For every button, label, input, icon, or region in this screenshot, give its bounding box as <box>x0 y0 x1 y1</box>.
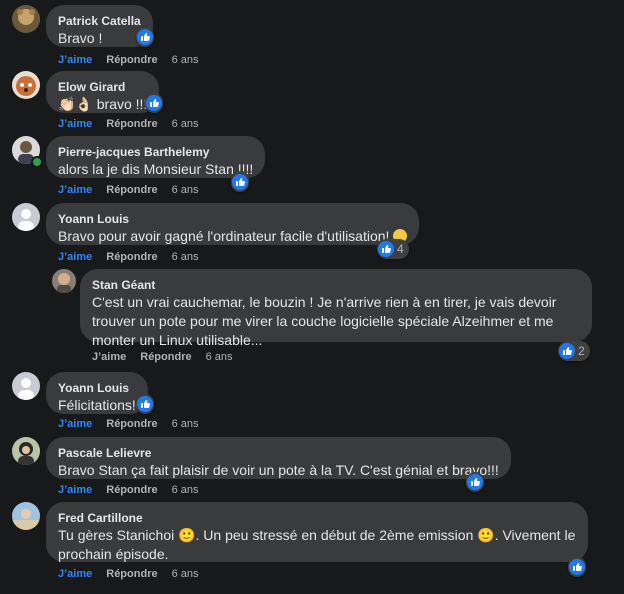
reaction-count: 4 <box>397 242 404 256</box>
comment-actions: J’aime Répondre 6 ans <box>58 567 199 581</box>
author-name[interactable]: Elow Girard <box>58 79 147 95</box>
reply-link[interactable]: Répondre <box>106 484 157 496</box>
timestamp[interactable]: 6 ans <box>172 184 199 196</box>
reply-link[interactable]: Répondre <box>106 118 157 130</box>
comment-bubble: Yoann Louis Félicitations! <box>46 372 148 414</box>
comment-actions: J’aime Répondre 6 ans <box>58 483 199 497</box>
avatar[interactable] <box>12 372 40 400</box>
comment-actions: J’aime Répondre 6 ans <box>58 183 199 197</box>
comment-text: Bravo Stan ça fait plaisir de voir un po… <box>58 462 499 478</box>
reply-link[interactable]: Répondre <box>106 54 157 66</box>
comment-text: alors la je dis Monsieur Stan !!!! <box>58 161 254 177</box>
reaction-badge[interactable] <box>466 472 484 492</box>
like-link[interactable]: J’aime <box>58 184 92 196</box>
author-name[interactable]: Yoann Louis <box>58 380 136 396</box>
thumbs-up-icon <box>378 241 394 257</box>
online-status-indicator <box>31 156 43 168</box>
comment-actions: J’aime Répondre 6 ans <box>92 350 233 364</box>
timestamp[interactable]: 6 ans <box>172 484 199 496</box>
comment-text: C'est un vrai cauchemar, le bouzin ! Je … <box>92 294 557 348</box>
reaction-badge[interactable] <box>136 394 154 414</box>
comment-bubble: Stan Géant C'est un vrai cauchemar, le b… <box>80 269 592 348</box>
reaction-badge[interactable] <box>231 172 249 192</box>
comment-actions: J’aime Répondre 6 ans <box>58 250 199 264</box>
reaction-count: 2 <box>578 344 585 358</box>
thumbs-up-icon <box>467 474 483 490</box>
timestamp[interactable]: 6 ans <box>172 118 199 130</box>
comment-text-content: Bravo pour avoir gagné l'ordinateur faci… <box>58 228 390 244</box>
comment-text: 👏🏻👌🏻 bravo !!! <box>58 96 148 112</box>
avatar[interactable] <box>12 5 40 33</box>
comment-text: Tu gères Stanichoi 🙂. Un peu stressé en … <box>58 527 576 562</box>
comment-bubble: Pascale Lelievre Bravo Stan ça fait plai… <box>46 437 511 479</box>
thumbs-up-icon <box>232 174 248 190</box>
author-name[interactable]: Patrick Catella <box>58 13 141 29</box>
reply-link[interactable]: Répondre <box>106 251 157 263</box>
avatar[interactable] <box>12 437 40 465</box>
author-name[interactable]: Yoann Louis <box>58 211 407 227</box>
timestamp[interactable]: 6 ans <box>172 54 199 66</box>
like-link[interactable]: J’aime <box>92 351 126 363</box>
reply-link[interactable]: Répondre <box>106 418 157 430</box>
comment-actions: J’aime Répondre 6 ans <box>58 417 199 431</box>
comment-bubble: Pierre-jacques Barthelemy alors la je di… <box>46 136 266 178</box>
reply-link[interactable]: Répondre <box>140 351 191 363</box>
thumbs-up-icon <box>146 95 162 111</box>
reaction-badge[interactable] <box>145 93 163 113</box>
reply-link[interactable]: Répondre <box>106 184 157 196</box>
comment-bubble: Elow Girard 👏🏻👌🏻 bravo !!! <box>46 71 160 113</box>
like-link[interactable]: J’aime <box>58 118 92 130</box>
avatar[interactable] <box>12 203 40 231</box>
reaction-badge[interactable]: 2 <box>558 341 590 361</box>
comment-text: Bravo pour avoir gagné l'ordinateur faci… <box>58 227 408 246</box>
reaction-badge[interactable] <box>568 557 586 577</box>
author-name[interactable]: Pierre-jacques Barthelemy <box>58 144 253 160</box>
timestamp[interactable]: 6 ans <box>172 418 199 430</box>
timestamp[interactable]: 6 ans <box>206 351 233 363</box>
like-link[interactable]: J’aime <box>58 484 92 496</box>
thumbs-up-icon <box>559 343 575 359</box>
comment-actions: J’aime Répondre 6 ans <box>58 53 199 67</box>
comment-text: Bravo ! <box>58 30 103 46</box>
timestamp[interactable]: 6 ans <box>172 568 199 580</box>
timestamp[interactable]: 6 ans <box>172 251 199 263</box>
reply-link[interactable]: Répondre <box>106 568 157 580</box>
comment-bubble: Fred Cartillone Tu gères Stanichoi 🙂. Un… <box>46 502 588 562</box>
thumbs-up-icon <box>137 29 153 45</box>
thumbs-up-icon <box>569 559 585 575</box>
author-name[interactable]: Pascale Lelievre <box>58 445 499 461</box>
author-name[interactable]: Stan Géant <box>92 277 580 293</box>
like-link[interactable]: J’aime <box>58 418 92 430</box>
reaction-badge[interactable]: 4 <box>377 239 409 259</box>
like-link[interactable]: J’aime <box>58 251 92 263</box>
like-link[interactable]: J’aime <box>58 54 92 66</box>
comment-text: Félicitations! <box>58 397 136 413</box>
comment-bubble: Yoann Louis Bravo pour avoir gagné l'ord… <box>46 203 420 246</box>
author-name[interactable]: Fred Cartillone <box>58 510 576 526</box>
reaction-badge[interactable] <box>136 27 154 47</box>
avatar[interactable] <box>12 71 40 99</box>
thumbs-up-icon <box>137 396 153 412</box>
avatar[interactable] <box>52 269 76 293</box>
comment-actions: J’aime Répondre 6 ans <box>58 117 199 131</box>
like-link[interactable]: J’aime <box>58 568 92 580</box>
avatar[interactable] <box>12 502 40 530</box>
